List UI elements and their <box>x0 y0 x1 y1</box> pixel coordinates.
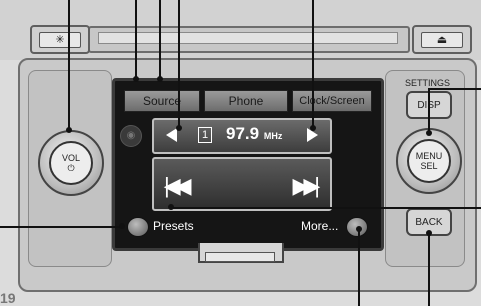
corner-mark: 19 <box>0 290 16 306</box>
frequency-number: 97.9 <box>226 124 260 143</box>
volume-label: VOL <box>61 152 80 163</box>
volume-knob-face: VOL ⏻ <box>49 141 93 185</box>
callout-line-source-b <box>159 0 161 80</box>
volume-knob[interactable]: VOL ⏻ <box>38 130 104 196</box>
seek-back-icon[interactable]: |◀◀ <box>164 173 192 199</box>
tab-phone[interactable]: Phone <box>204 90 288 112</box>
callout-line-presets <box>0 226 122 228</box>
callout-line-menu-h <box>428 88 481 90</box>
callout-dot-volume <box>66 127 72 133</box>
callout-dot-menu <box>426 130 432 136</box>
top-left-button[interactable]: ✳ <box>30 25 90 54</box>
presets-knob-icon[interactable] <box>127 217 149 237</box>
menu-knob-face: MENU SEL <box>407 139 451 183</box>
power-icon: ⏻ <box>67 162 75 173</box>
callout-line-more <box>358 228 360 306</box>
callout-dot-source-b <box>157 76 163 82</box>
bottom-slot <box>205 252 275 262</box>
sel-label: SEL <box>420 161 438 171</box>
frequency-unit: MHz <box>263 131 283 141</box>
frequency-value: 97.9 MHz <box>226 124 282 144</box>
menu-label: MENU <box>415 151 443 161</box>
asterisk-icon: ✳ <box>39 31 81 48</box>
callout-line-source-a <box>135 0 137 80</box>
callout-line-menu-v <box>428 88 430 133</box>
callout-dot-source-a <box>133 76 139 82</box>
callout-line-tune-up <box>312 0 314 128</box>
disc-slot-inner <box>98 32 398 44</box>
eject-icon: ⏏ <box>421 31 463 48</box>
callout-line-back <box>428 232 430 306</box>
callout-line-seek <box>172 207 481 209</box>
back-label: BACK <box>415 216 443 228</box>
satellite-radio-icon: ◉ <box>120 125 142 147</box>
callout-line-tune-down <box>178 0 180 128</box>
seek-forward-icon[interactable]: ▶▶| <box>292 173 319 199</box>
callout-line-volume <box>68 0 70 130</box>
callout-dot-tune-down <box>176 125 182 131</box>
callout-dot-back <box>426 230 432 236</box>
callout-dot-more <box>356 226 362 232</box>
more-label[interactable]: More... <box>301 219 338 233</box>
settings-label: SETTINGS <box>405 78 451 88</box>
callout-dot-seek <box>168 204 174 210</box>
tune-down-icon[interactable] <box>166 128 177 142</box>
tab-source[interactable]: Source <box>124 90 200 112</box>
seek-panel: |◀◀ ▶▶| <box>152 157 332 211</box>
menu-select-knob[interactable]: MENU SEL <box>396 128 462 194</box>
eject-button[interactable]: ⏏ <box>412 25 472 54</box>
callout-dot-tune-up <box>310 125 316 131</box>
preset-number: 1 <box>198 127 212 143</box>
tab-clock-screen[interactable]: Clock/Screen <box>292 90 372 112</box>
presets-label[interactable]: Presets <box>153 219 194 233</box>
callout-dot-presets <box>119 223 125 229</box>
